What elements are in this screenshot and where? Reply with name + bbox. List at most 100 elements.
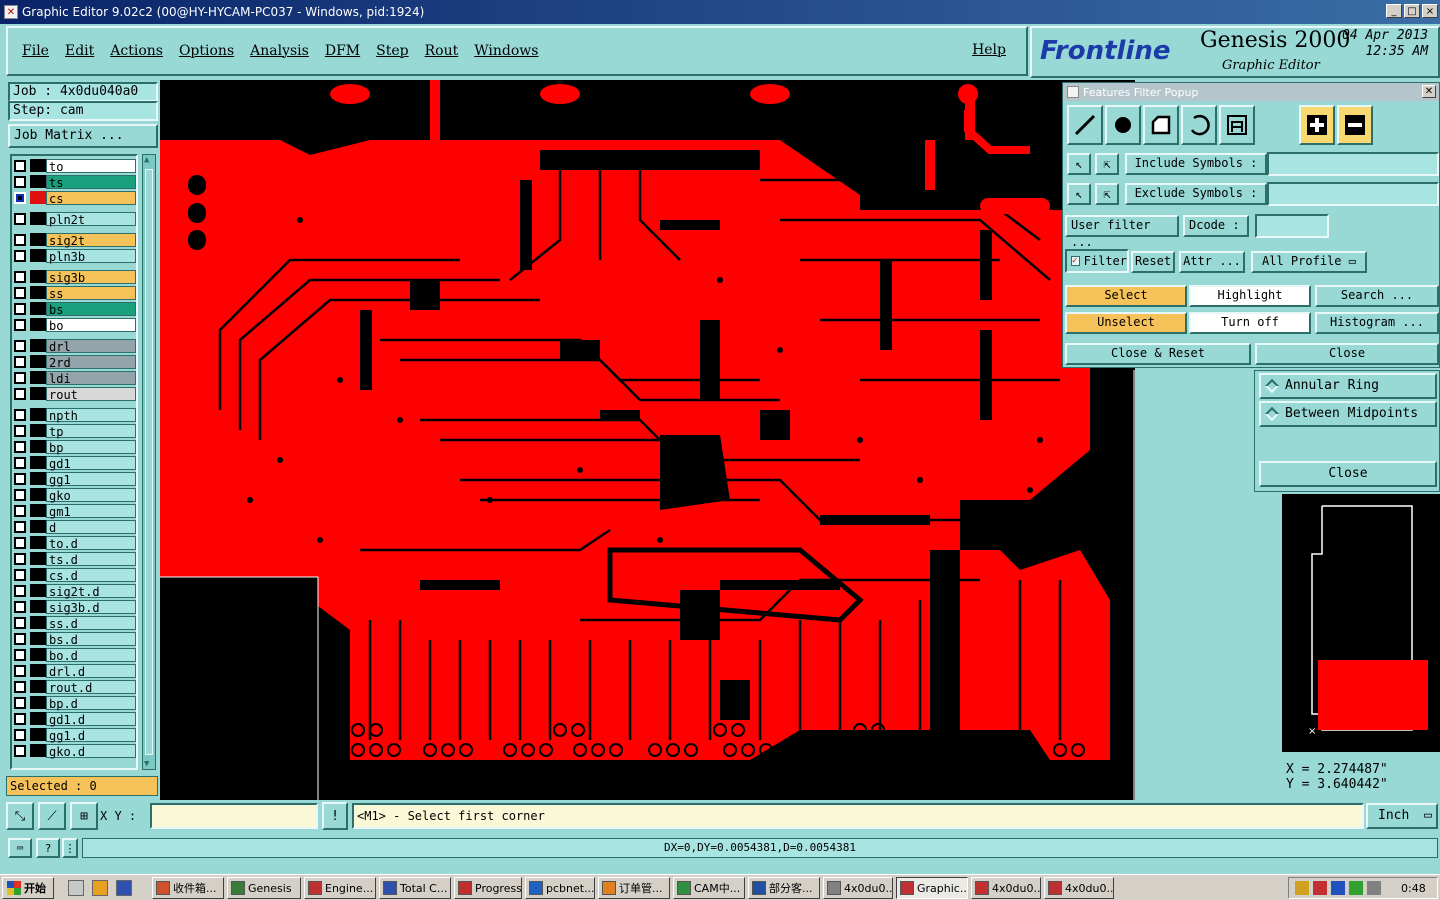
layer-row[interactable]: d — [12, 519, 136, 535]
taskbar-task[interactable]: 4x0du0... — [823, 877, 893, 899]
surface-tool-button[interactable] — [1143, 105, 1179, 145]
layer-name[interactable]: gg1.d — [46, 727, 136, 743]
layer-row[interactable]: gg1 — [12, 471, 136, 487]
layer-name[interactable]: gko.d — [46, 743, 136, 759]
layer-checkbox[interactable] — [14, 371, 26, 384]
unit-dropdown[interactable]: Inch ▭ — [1366, 803, 1438, 829]
scroll-thumb[interactable] — [145, 169, 153, 755]
layer-row[interactable]: sig2t — [12, 232, 136, 248]
menu-dfm[interactable]: DFM — [317, 43, 368, 59]
layer-name[interactable]: ts.d — [46, 551, 136, 567]
layer-checkbox[interactable] — [14, 212, 26, 225]
taskbar-task[interactable]: 订单管... — [598, 877, 670, 899]
menu-analysis[interactable]: Analysis — [242, 43, 317, 59]
quicklaunch-desktop-icon[interactable] — [68, 880, 84, 896]
layer-checkbox[interactable] — [14, 191, 26, 204]
layer-name[interactable]: bs — [46, 301, 136, 317]
layer-row[interactable]: bo — [12, 317, 136, 333]
reset-button[interactable]: Reset — [1131, 251, 1175, 273]
side-close-button[interactable]: Close — [1259, 461, 1437, 487]
layer-list[interactable]: to ts cs pln2t sig2t pln3b sig3b ss bs bo drl 2rd ld… — [10, 154, 138, 770]
popup-close-icon[interactable]: ✕ — [1422, 85, 1436, 98]
layer-name[interactable]: bp — [46, 439, 136, 455]
popup-titlebar[interactable]: Features Filter Popup ✕ — [1063, 83, 1439, 101]
layer-row[interactable]: bp.d — [12, 695, 136, 711]
layer-name[interactable]: ss — [46, 285, 136, 301]
layer-checkbox[interactable] — [14, 339, 26, 352]
tray-security-icon[interactable] — [1349, 881, 1363, 895]
layer-row[interactable]: gko — [12, 487, 136, 503]
layer-name[interactable]: cs.d — [46, 567, 136, 583]
layer-name[interactable]: rout.d — [46, 679, 136, 695]
layer-row[interactable]: ts.d — [12, 551, 136, 567]
layer-checkbox[interactable] — [14, 504, 26, 517]
layer-row[interactable]: rout — [12, 386, 136, 402]
layer-row[interactable]: pln3b — [12, 248, 136, 264]
layer-checkbox[interactable] — [14, 616, 26, 629]
annular-ring-option[interactable]: Annular Ring — [1259, 373, 1437, 399]
unselect-button[interactable]: Unselect — [1065, 312, 1187, 334]
layer-row[interactable]: pln2t — [12, 211, 136, 227]
job-matrix-button[interactable]: Job Matrix ... — [8, 124, 158, 148]
highlight-button[interactable]: Highlight — [1189, 285, 1311, 307]
layer-row[interactable]: sig2t.d — [12, 583, 136, 599]
popup-close-button[interactable]: Close — [1255, 343, 1439, 365]
xy-input[interactable] — [150, 803, 318, 829]
layer-checkbox[interactable] — [14, 175, 26, 188]
layer-name[interactable]: ldi — [46, 370, 136, 386]
layer-row[interactable]: to — [12, 158, 136, 174]
layer-name[interactable]: bo.d — [46, 647, 136, 663]
menu-edit[interactable]: Edit — [57, 43, 102, 59]
profile-dropdown[interactable]: All Profile ▭ — [1251, 251, 1367, 273]
layer-checkbox[interactable] — [14, 456, 26, 469]
layer-row[interactable]: bo.d — [12, 647, 136, 663]
menu-step[interactable]: Step — [368, 43, 416, 59]
taskbar-task[interactable]: Engine... — [304, 877, 376, 899]
layer-checkbox[interactable] — [14, 249, 26, 262]
layer-name[interactable]: sig2t.d — [46, 583, 136, 599]
exclude-symbols-input[interactable] — [1267, 182, 1439, 206]
tray-network-icon[interactable] — [1331, 881, 1345, 895]
layer-checkbox[interactable] — [14, 712, 26, 725]
layer-name[interactable]: gd1 — [46, 455, 136, 471]
layer-row[interactable]: bs — [12, 301, 136, 317]
pad-tool-button[interactable] — [1105, 105, 1141, 145]
negative-polarity-button[interactable] — [1337, 105, 1373, 145]
positive-polarity-button[interactable] — [1299, 105, 1335, 145]
layer-row[interactable]: bs.d — [12, 631, 136, 647]
taskbar-task[interactable]: Genesis — [227, 877, 301, 899]
measure-button[interactable]: ⟋ — [38, 802, 66, 830]
layer-checkbox[interactable] — [14, 286, 26, 299]
layer-checkbox[interactable] — [14, 488, 26, 501]
layer-name[interactable]: pln2t — [46, 211, 136, 227]
layer-list-scrollbar[interactable]: ▲ ▼ — [142, 154, 156, 770]
maximize-button[interactable]: □ — [1404, 4, 1420, 18]
layer-row[interactable]: gm1 — [12, 503, 136, 519]
layer-row[interactable]: npth — [12, 407, 136, 423]
taskbar-task[interactable]: Graphic... — [896, 877, 968, 899]
status-menu-button[interactable]: ⋮ — [62, 838, 78, 858]
include-symbols-button[interactable]: Include Symbols : — [1125, 153, 1267, 175]
taskbar-task[interactable]: CAM中... — [673, 877, 745, 899]
layer-name[interactable]: drl — [46, 338, 136, 354]
layer-checkbox[interactable] — [14, 159, 26, 172]
menu-windows[interactable]: Windows — [466, 43, 546, 59]
scroll-up-icon[interactable]: ▲ — [144, 155, 154, 165]
keyboard-button[interactable]: ⌨ — [8, 838, 32, 858]
layer-row[interactable]: sig3b.d — [12, 599, 136, 615]
layer-checkbox[interactable] — [14, 696, 26, 709]
layer-row[interactable]: gd1.d — [12, 711, 136, 727]
layer-checkbox[interactable] — [14, 355, 26, 368]
taskbar-task[interactable]: Progress — [454, 877, 522, 899]
layer-row[interactable]: ss.d — [12, 615, 136, 631]
include-symbols-input[interactable] — [1267, 152, 1439, 176]
start-button[interactable]: 开始 — [2, 877, 54, 899]
exclude-pick-all-button[interactable]: ⇱ — [1095, 183, 1119, 205]
layer-name[interactable]: 2rd — [46, 354, 136, 370]
between-midpoints-option[interactable]: Between Midpoints — [1259, 401, 1437, 427]
snap-button[interactable]: ⤡ — [6, 802, 34, 830]
taskbar-task[interactable]: 部分客... — [748, 877, 820, 899]
taskbar-task[interactable]: 4x0du0... — [1044, 877, 1114, 899]
layer-checkbox[interactable] — [14, 520, 26, 533]
taskbar-task[interactable]: pcbnet... — [525, 877, 595, 899]
